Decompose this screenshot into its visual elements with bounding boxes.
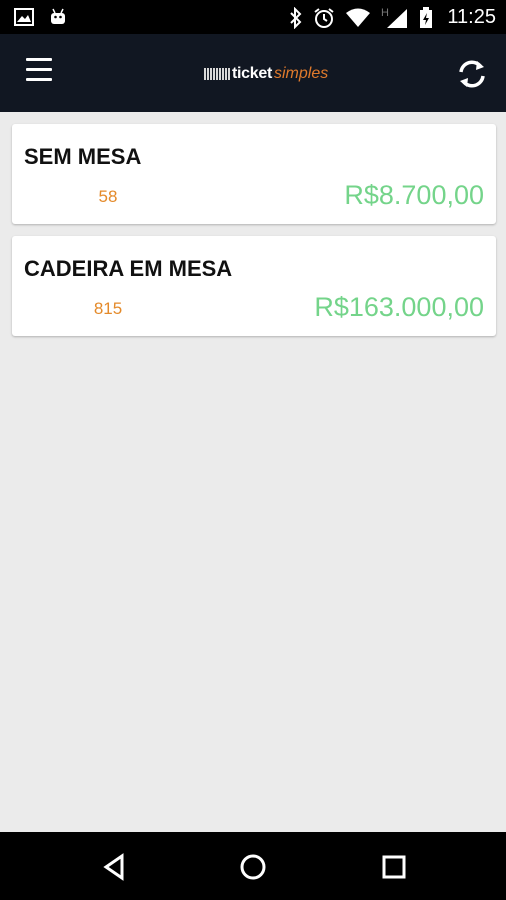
logo-word-ticket: ticket [232,65,272,82]
item-title: SEM MESA [24,144,142,169]
menu-icon [26,58,52,61]
signal-icon: H [381,7,409,29]
recents-square-icon [382,855,406,879]
gallery-icon [14,7,34,27]
refresh-button[interactable] [454,56,490,92]
item-count: 815 [93,299,123,318]
android-icon [48,7,68,27]
refresh-icon [459,60,485,88]
clock: 11:25 [447,6,496,28]
home-button[interactable] [236,850,270,884]
item-price: R$8.700,00 [344,180,484,210]
menu-button[interactable] [22,58,58,88]
wifi-icon [345,8,371,28]
item-title: CADEIRA EM MESA [24,256,233,281]
logo-word-simples: simples [274,65,329,82]
list-item[interactable]: CADEIRA EM MESA 815 R$163.000,00 [12,236,496,336]
barcode-icon [204,68,230,80]
item-price: R$163.000,00 [314,292,484,322]
battery-icon [419,6,433,29]
item-count: 58 [98,187,118,206]
home-circle-icon [240,854,266,880]
app-logo: ticket simples [204,62,328,86]
recents-button[interactable] [377,850,411,884]
navigation-bar [0,832,506,900]
list-item[interactable]: SEM MESA 58 R$8.700,00 [12,124,496,224]
alarm-icon [313,7,335,29]
back-button[interactable] [98,850,132,884]
ticket-type-list: SEM MESA 58 R$8.700,00 CADEIRA EM MESA 8… [12,124,496,348]
bluetooth-icon [289,6,303,29]
app-bar: ticket simples [0,34,506,112]
back-triangle-icon [103,853,124,881]
status-bar: H 11:25 [0,0,506,34]
svg-text:H: H [381,7,389,19]
